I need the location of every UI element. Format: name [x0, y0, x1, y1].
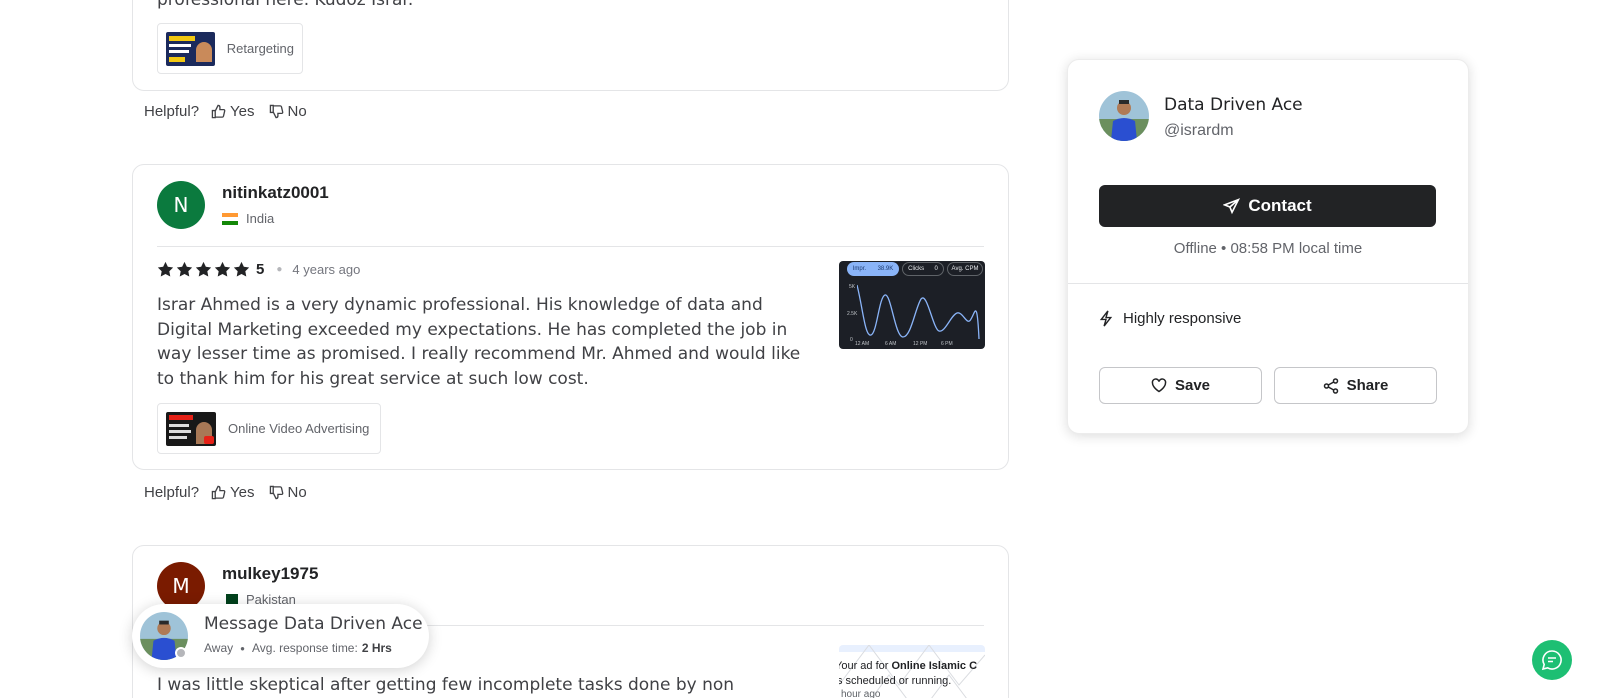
service-chip[interactable]: Retargeting	[157, 23, 303, 74]
thumbs-down-icon	[269, 104, 283, 118]
service-label: Retargeting	[226, 41, 294, 56]
x-tick: 6 AM	[885, 341, 897, 347]
reviewer-username[interactable]: nitinkatz0001	[222, 183, 329, 203]
divider	[1068, 283, 1468, 284]
responsive-label: Highly responsive	[1123, 310, 1242, 327]
star-icon	[214, 261, 231, 277]
no-label: No	[287, 102, 307, 120]
reviewer-avatar: M	[157, 562, 205, 610]
review-time: 4 years ago	[292, 262, 361, 277]
seller-card: Data Driven Ace @isrardm Contact Offline…	[1067, 59, 1469, 434]
separator-dot: ●	[276, 264, 283, 275]
presence-dot	[175, 647, 187, 659]
review-card: professional here. Kudoz Israr. Retarget…	[132, 0, 1009, 91]
yes-label: Yes	[230, 102, 255, 120]
service-label: Online Video Advertising	[228, 421, 370, 436]
service-thumbnail	[166, 411, 216, 446]
review-image[interactable]: Impr. 38.9K Clicks 0 Avg. CPM 5K 2.5K 0 …	[839, 261, 985, 349]
response-time-label: Avg. response time:	[251, 641, 358, 655]
impr-label: Impr.	[852, 266, 867, 272]
image-text-prefix: Your ad for	[839, 660, 892, 672]
image-text-bold: Online Islamic C	[891, 660, 978, 672]
avatar-initial: N	[173, 193, 189, 217]
chat-icon	[1541, 650, 1562, 671]
star-icon	[233, 261, 250, 277]
lightning-icon	[1099, 310, 1113, 327]
message-title: Message Data Driven Ace	[204, 614, 423, 634]
x-tick: 6 PM	[941, 341, 953, 347]
seller-handle: @isrardm	[1164, 122, 1234, 139]
highly-responsive: Highly responsive	[1099, 310, 1241, 327]
review-image[interactable]: Your ad for Online Islamic C s scheduled…	[839, 645, 985, 698]
x-tick: 12 PM	[913, 341, 928, 347]
reviewer-country: India	[222, 211, 274, 226]
service-thumbnail	[166, 31, 215, 66]
share-icon	[1323, 377, 1338, 394]
y-tick: 0	[850, 337, 853, 343]
star-icon	[195, 261, 212, 277]
line-chart	[857, 284, 980, 340]
cpm-label: Avg. CPM	[951, 266, 979, 272]
chat-button[interactable]	[1532, 640, 1572, 680]
separator-dot: ●	[240, 643, 245, 653]
review-card: N nitinkatz0001 India 5 ● 4 years ago Is…	[132, 164, 1009, 470]
yes-label: Yes	[230, 483, 255, 501]
image-text-line: s scheduled or running.	[839, 675, 952, 687]
reviewer-avatar: N	[157, 181, 205, 229]
no-label: No	[287, 483, 307, 501]
helpful-row: Helpful? Yes No	[144, 101, 321, 121]
star-icon	[157, 261, 174, 277]
review-text: Israr Ahmed is a very dynamic profession…	[157, 295, 801, 389]
response-time-value: 2 Hrs	[361, 641, 392, 655]
share-label: Share	[1346, 377, 1389, 394]
thumbs-up-icon	[211, 485, 226, 499]
india-flag-icon	[222, 212, 238, 225]
y-tick: 5K	[849, 284, 856, 290]
contact-button[interactable]: Contact	[1099, 185, 1436, 227]
share-button[interactable]: Share	[1274, 367, 1437, 404]
image-text-line: hour ago	[841, 689, 881, 698]
clicks-value: 0	[934, 266, 938, 272]
send-icon	[1223, 197, 1241, 214]
helpful-yes-button[interactable]: Yes	[211, 483, 255, 501]
seller-name[interactable]: Data Driven Ace	[1164, 95, 1303, 115]
service-chip[interactable]: Online Video Advertising	[157, 403, 381, 454]
y-tick: 2.5K	[847, 311, 858, 317]
thumbs-up-icon	[211, 104, 226, 118]
helpful-no-button[interactable]: No	[269, 484, 307, 501]
message-seller-popup[interactable]: Message Data Driven Ace Away ● Avg. resp…	[132, 604, 429, 668]
country-label: India	[246, 211, 275, 226]
reviewer-username[interactable]: mulkey1975	[222, 564, 318, 584]
rating-row: 5 ● 4 years ago	[157, 261, 360, 278]
helpful-yes-button[interactable]: Yes	[211, 102, 255, 120]
seller-avatar[interactable]	[1099, 91, 1149, 141]
x-tick: 12 AM	[855, 341, 870, 347]
star-icon	[176, 261, 193, 277]
avatar-initial: M	[172, 574, 190, 598]
clicks-label: Clicks	[908, 266, 925, 272]
message-subtitle: Away ● Avg. response time: 2 Hrs	[204, 641, 392, 655]
helpful-no-button[interactable]: No	[269, 103, 307, 120]
thumbs-down-icon	[269, 485, 283, 499]
rating-score: 5	[256, 261, 265, 278]
seller-photo	[1099, 91, 1149, 141]
seller-status: Offline • 08:58 PM local time	[1173, 240, 1363, 257]
save-button[interactable]: Save	[1099, 367, 1262, 404]
impr-value: 38.9K	[877, 266, 894, 272]
heart-icon	[1151, 378, 1167, 393]
save-label: Save	[1174, 377, 1211, 394]
review-text: I was little skeptical after getting few…	[157, 675, 735, 695]
helpful-row: Helpful? Yes No	[144, 482, 321, 502]
contact-label: Contact	[1248, 196, 1312, 215]
away-status: Away	[204, 641, 234, 655]
helpful-label: Helpful?	[144, 102, 200, 120]
helpful-label: Helpful?	[144, 483, 200, 501]
review-text: professional here. Kudoz Israr.	[157, 0, 414, 10]
divider	[157, 246, 984, 247]
